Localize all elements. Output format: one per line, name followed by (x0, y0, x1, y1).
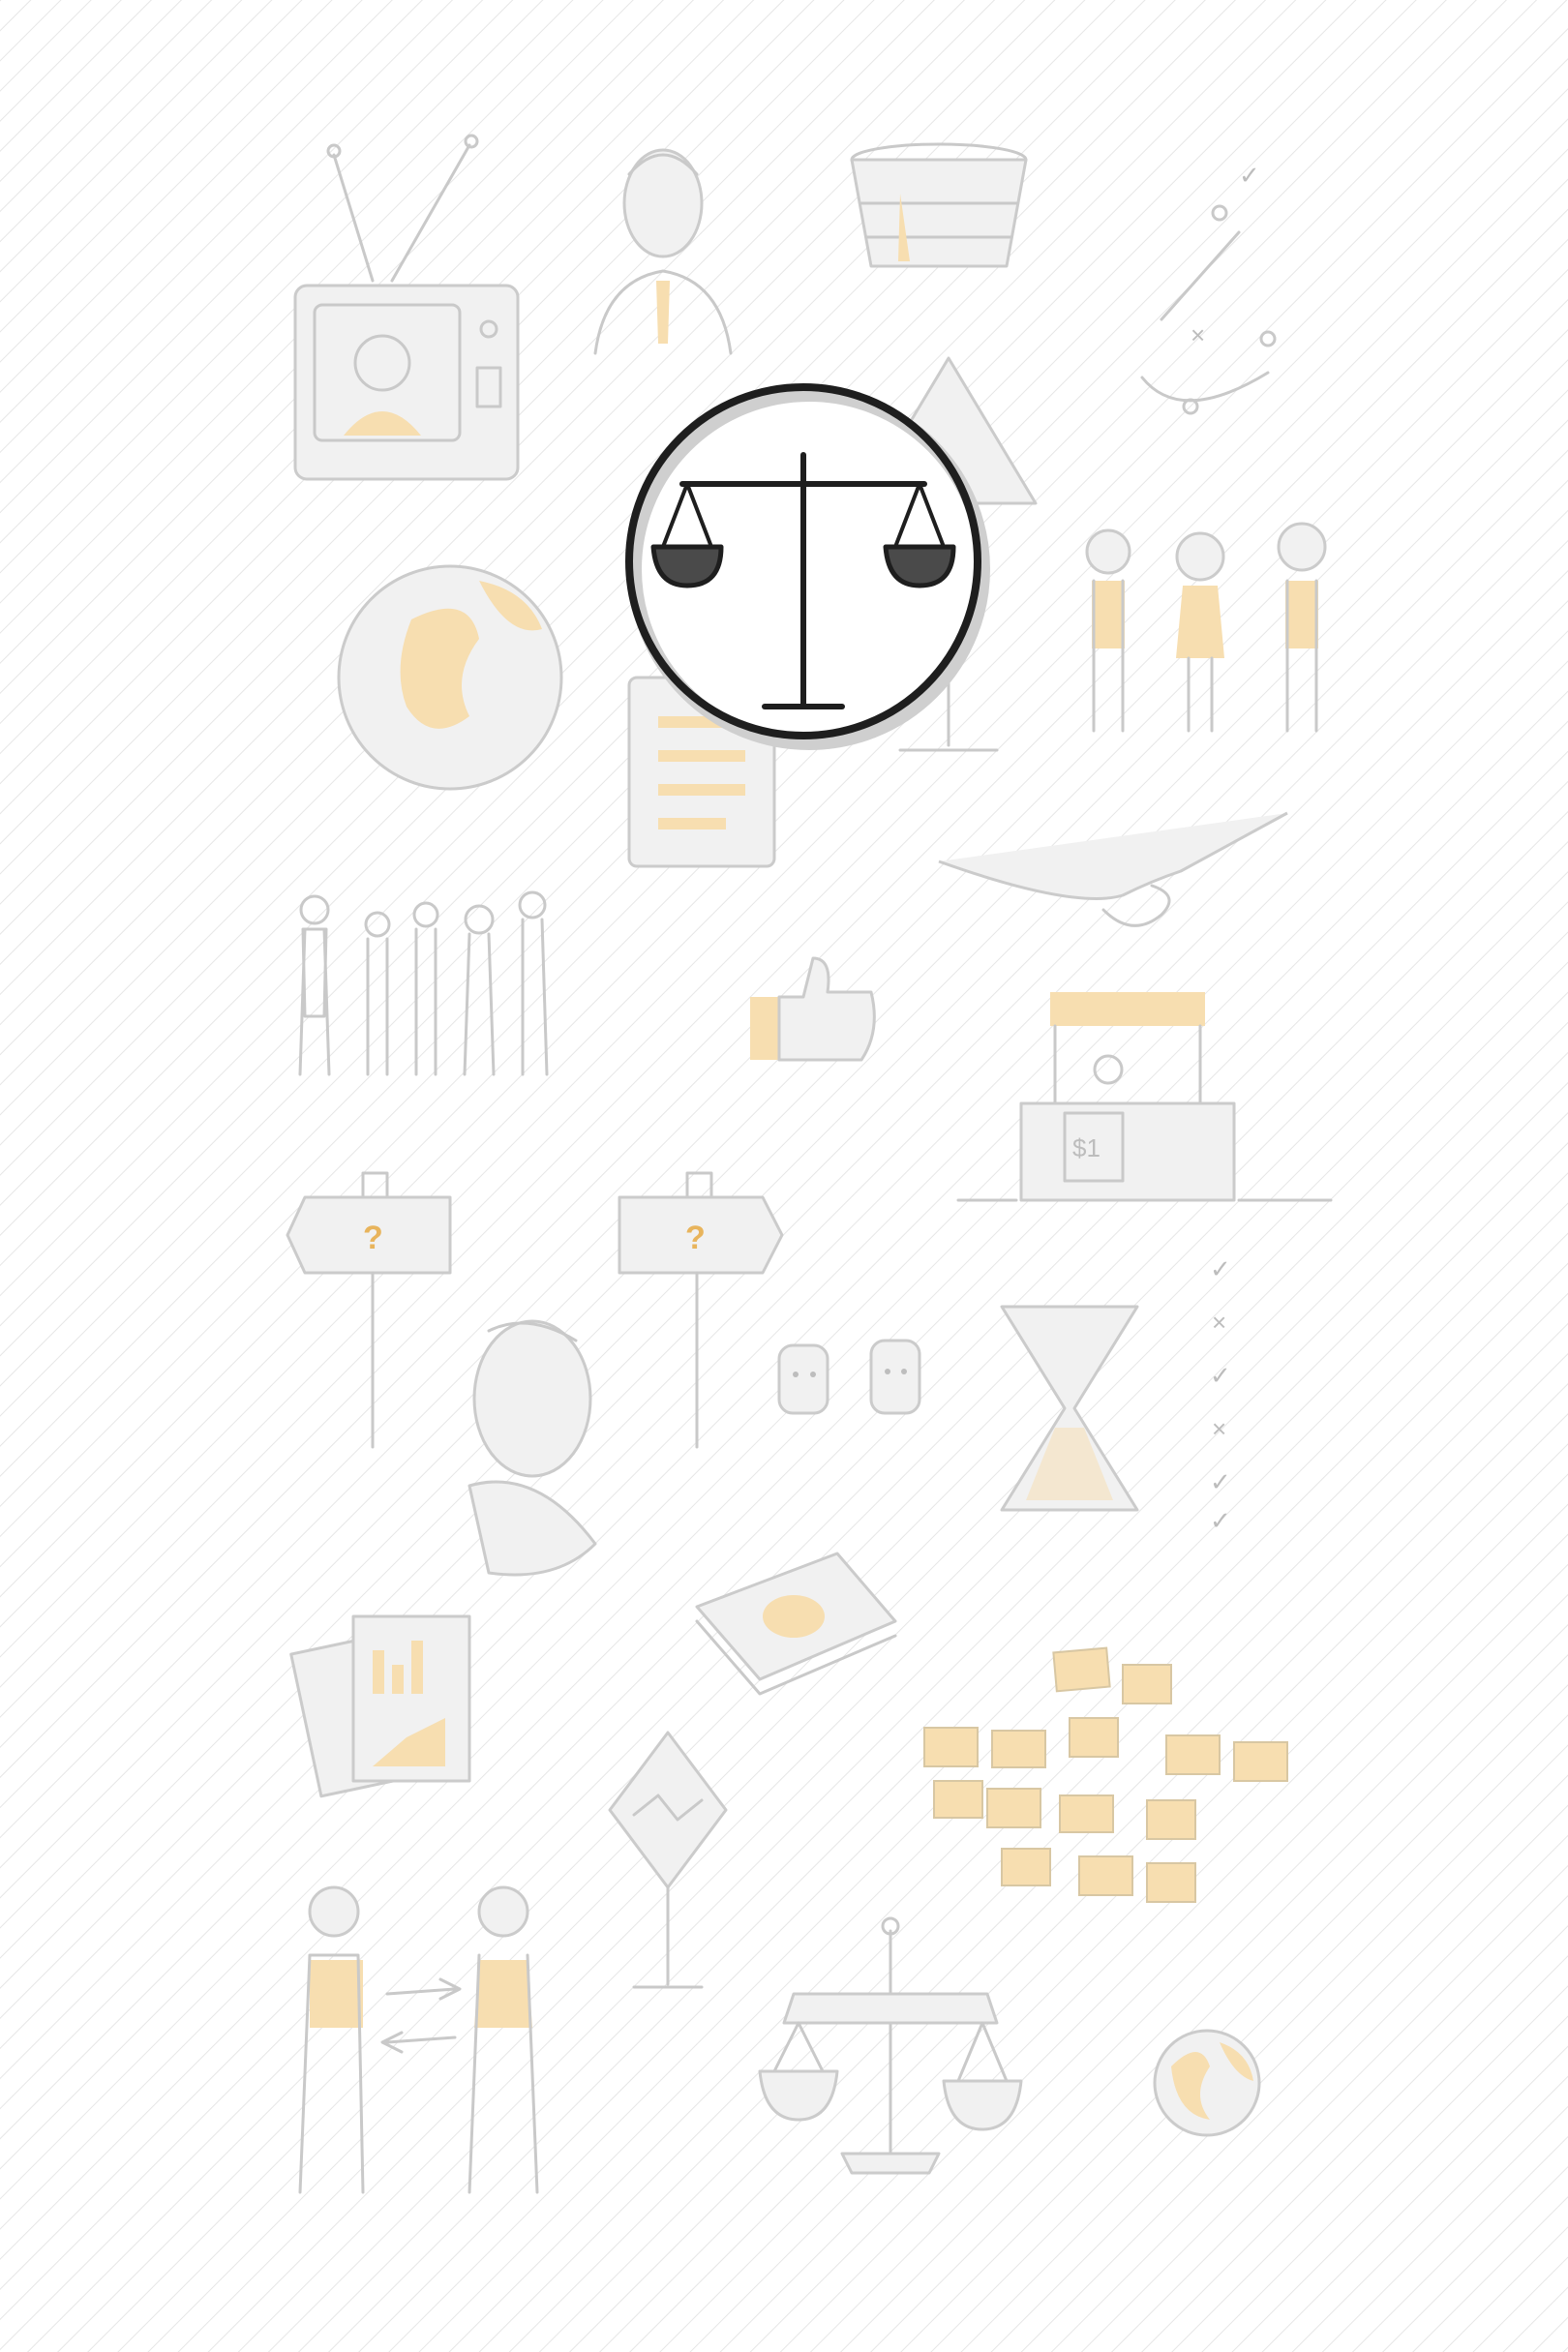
stall-price-sign: $1 (1072, 1133, 1101, 1162)
globe-icon (334, 561, 566, 794)
sticky-notes-icon (915, 1645, 1292, 1907)
three-people-icon (1074, 513, 1345, 736)
right-sign-mark: ? (685, 1220, 706, 1256)
basket-icon (842, 136, 1036, 281)
small-globe-icon (1152, 2028, 1263, 2139)
svg-text:✓: ✓ (1210, 1254, 1231, 1283)
signpost-icon: ? (610, 1171, 784, 1452)
hourglass-icon (997, 1302, 1142, 1520)
svg-text:×: × (1212, 1414, 1226, 1443)
market-stall-icon: $1 (956, 987, 1336, 1205)
thumbs-up-icon (745, 953, 881, 1065)
left-sign-mark: ? (363, 1220, 383, 1256)
svg-text:✓: ✓ (1239, 161, 1260, 190)
charts-icon (289, 1602, 484, 1805)
svg-text:×: × (1191, 320, 1205, 349)
road-sign-icon (605, 1728, 731, 1994)
thinking-person-icon (431, 1312, 615, 1583)
svg-text:×: × (1212, 1308, 1226, 1337)
businessman-icon (590, 136, 736, 358)
focus-scale-badge (619, 377, 990, 750)
money-stack-icon (692, 1549, 900, 1696)
svg-text:✓: ✓ (1210, 1506, 1231, 1535)
two-faces-icon (774, 1331, 929, 1428)
scale-icon (755, 1916, 1026, 2178)
svg-text:✓: ✓ (1210, 1467, 1231, 1496)
illustration-canvas: ✓ × $1 ? ? ✓ × ✓ × ✓ ✓ (0, 0, 1568, 2352)
crowd-icon (286, 890, 566, 1084)
strategy-play-icon: ✓ × (1123, 161, 1297, 426)
checklist-icon: ✓ × ✓ × ✓ ✓ (1200, 1249, 1258, 1539)
handshake-icon (929, 803, 1297, 949)
exchange-people-icon (295, 1883, 557, 2197)
svg-text:✓: ✓ (1210, 1361, 1231, 1390)
television-icon (286, 126, 528, 494)
